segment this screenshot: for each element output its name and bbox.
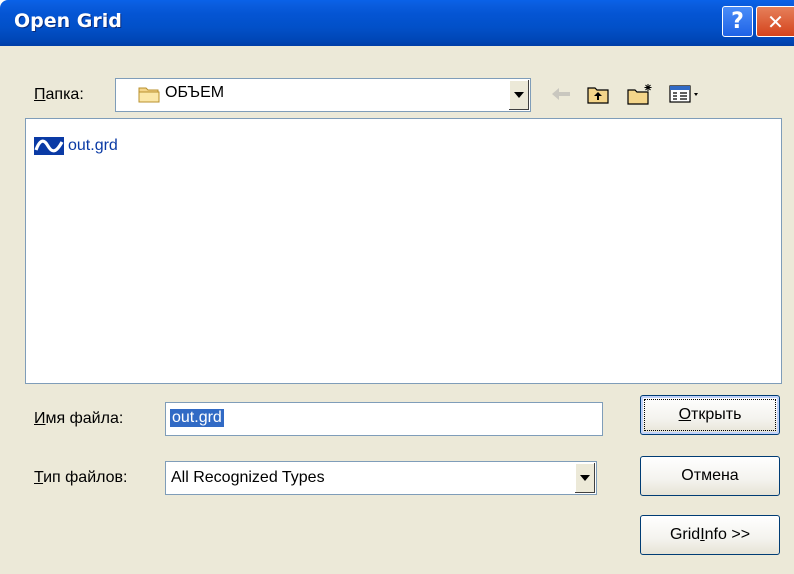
dialog-title: Open Grid — [14, 10, 122, 32]
view-menu-icon — [669, 85, 698, 103]
up-one-level-button[interactable] — [584, 80, 612, 108]
new-folder-icon — [627, 84, 652, 105]
close-button[interactable]: ✕ — [756, 6, 794, 37]
cancel-button[interactable]: Отмена — [640, 456, 780, 496]
list-item[interactable]: out.grd — [34, 137, 118, 155]
view-menu-button[interactable] — [668, 80, 704, 108]
surfer-grid-icon — [34, 137, 64, 155]
help-button[interactable]: ? — [722, 6, 753, 37]
file-name: out.grd — [68, 137, 118, 154]
file-type-label: Тип файлов: — [34, 469, 128, 486]
file-name-input[interactable]: out.grd — [165, 402, 603, 436]
file-type-value: All Recognized Types — [171, 469, 325, 486]
back-arrow-icon — [552, 88, 570, 100]
file-name-label: Имя файла: — [34, 410, 124, 427]
open-button[interactable]: Открыть — [640, 395, 780, 435]
back-button[interactable] — [548, 80, 574, 108]
chevron-down-icon[interactable] — [574, 463, 595, 493]
title-bar[interactable]: Open Grid ? ✕ — [0, 0, 794, 46]
open-grid-dialog: Open Grid ? ✕ Папка: ОБЪЕМ out.grd Имя ф… — [0, 0, 794, 574]
chevron-down-icon[interactable] — [508, 80, 529, 110]
create-new-folder-button[interactable] — [626, 80, 656, 108]
look-in-folder-name: ОБЪЕМ — [165, 84, 225, 101]
look-in-label: Папка: — [34, 86, 84, 103]
file-list[interactable]: out.grd — [25, 118, 782, 384]
grid-info-button[interactable]: Grid Info >> — [640, 515, 780, 555]
up-folder-icon — [587, 87, 609, 104]
folder-icon — [138, 87, 160, 103]
close-icon: ✕ — [767, 9, 784, 34]
file-type-dropdown[interactable]: All Recognized Types — [165, 461, 597, 495]
file-name-value: out.grd — [170, 409, 224, 427]
